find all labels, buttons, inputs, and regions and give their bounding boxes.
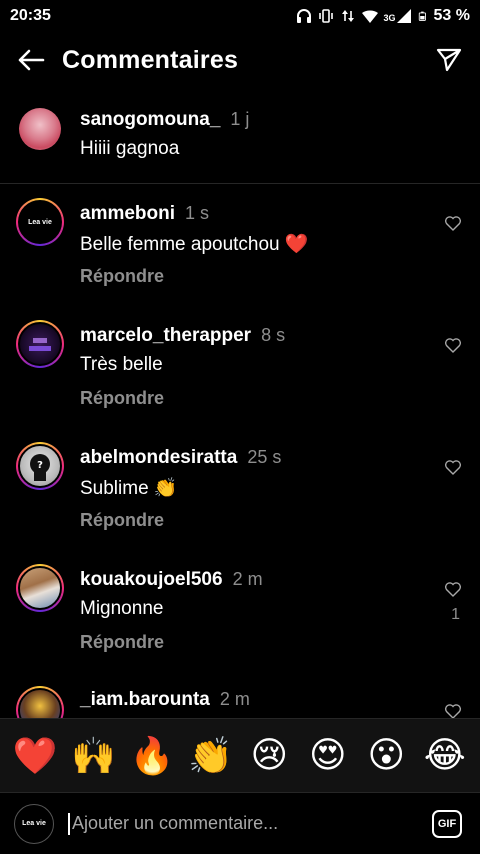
caption-text: Hiiii gagnoa (80, 138, 180, 159)
text-cursor (68, 812, 70, 835)
network-type: 3G (383, 13, 396, 23)
status-icons: 3G 53 % (296, 7, 470, 25)
comment-username[interactable]: marcelo_therapper 8 s (80, 325, 285, 347)
comment-text: Sublime 👏 (80, 478, 178, 499)
reply-button[interactable]: Répondre (80, 388, 164, 409)
emoji-surprised-button[interactable]: 😮 (362, 735, 410, 776)
reply-button[interactable]: Répondre (80, 510, 164, 531)
avatar[interactable] (19, 108, 61, 150)
comment-username[interactable]: ammeboni 1 s (80, 203, 209, 225)
battery-icon (418, 11, 426, 21)
post-caption: sanogomouna_ 1 j Hiiii gagnoa (0, 96, 480, 184)
arrow-left-icon (18, 49, 45, 71)
emoji-raised-hands-button[interactable]: 🙌 (70, 735, 118, 777)
emoji-bar: ❤️ 🙌 🔥 👏 😢 😍 😮 😂 (0, 718, 480, 792)
emoji-clap-button[interactable]: 👏 (187, 735, 235, 777)
svg-text:?: ? (37, 460, 43, 471)
heart-icon[interactable] (444, 336, 462, 354)
comment-username[interactable]: abelmondesiratta 25 s (80, 447, 281, 469)
caption-username[interactable]: sanogomouna_ 1 j (80, 109, 249, 131)
status-time: 20:35 (10, 7, 51, 24)
wifi-icon (361, 10, 378, 23)
avatar[interactable] (16, 320, 64, 368)
emoji-crying-button[interactable]: 😢 (245, 735, 293, 776)
avatar-silhouette: ? (30, 454, 50, 481)
vibrate-icon (318, 9, 333, 23)
list-item: Lea vie ammeboni 1 s Belle femme apoutcho… (0, 188, 480, 310)
list-item: ? abelmondesiratta 25 s Sublime 👏 Répondr… (0, 432, 480, 554)
comment-text: Très belle (80, 354, 163, 375)
paper-plane-icon (436, 48, 462, 72)
avatar[interactable]: ? (16, 442, 64, 490)
avatar-graphic (29, 338, 51, 351)
comment-text: Belle femme apoutchou ❤️ (80, 234, 309, 255)
page-title: Commentaires (62, 45, 239, 74)
heart-icon[interactable] (444, 702, 462, 718)
comment-input-bar: Lea vie Ajouter un commentaire... GIF (0, 792, 480, 854)
list-item: kouakoujoel506 2 m Mignonne Répondre 1 (0, 554, 480, 676)
avatar-logo-text: Lea vie (22, 820, 46, 827)
comment-username[interactable]: kouakoujoel506 2 m (80, 569, 263, 591)
data-arrows-icon (341, 10, 354, 22)
emoji-fire-button[interactable]: 🔥 (128, 735, 176, 777)
avatar: Lea vie (14, 803, 54, 844)
reply-button[interactable]: Répondre (80, 632, 164, 653)
avatar-logo-text: Lea vie (28, 218, 52, 226)
header: Commentaires (0, 32, 480, 88)
gif-button[interactable]: GIF (432, 809, 462, 838)
reply-button[interactable]: Répondre (80, 266, 164, 287)
avatar[interactable] (16, 564, 64, 612)
emoji-heart-eyes-button[interactable]: 😍 (304, 735, 352, 776)
comment-text: Mignonne (80, 598, 164, 619)
avatar[interactable] (16, 686, 64, 718)
comment-username[interactable]: _iam.barounta 2 m (80, 689, 250, 711)
status-bar: 20:35 3G 53 % (0, 0, 480, 32)
list-item: _iam.barounta 2 m (0, 676, 480, 718)
comment-input-placeholder: Ajouter un commentaire... (72, 813, 279, 833)
comment-input[interactable]: Ajouter un commentaire... (68, 812, 432, 835)
heart-icon[interactable] (444, 458, 462, 476)
emoji-laughing-button[interactable]: 😂 (421, 735, 469, 776)
heart-icon[interactable] (444, 580, 462, 598)
list-item: marcelo_therapper 8 s Très belle Répondre (0, 310, 480, 432)
avatar[interactable]: Lea vie (16, 198, 64, 246)
signal-icon (396, 9, 411, 23)
back-button[interactable] (14, 43, 48, 77)
emoji-heart-button[interactable]: ❤️ (11, 735, 59, 777)
share-button[interactable] (432, 43, 466, 77)
heart-icon[interactable] (444, 214, 462, 232)
headphones-icon (296, 9, 311, 23)
like-count: 1 (451, 606, 460, 623)
battery-percent: 53 % (433, 7, 470, 24)
